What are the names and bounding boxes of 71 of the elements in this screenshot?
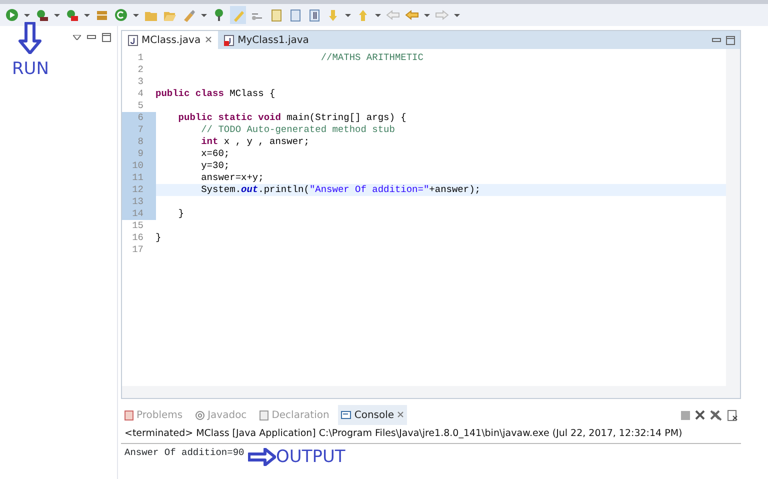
java-file-error-icon bbox=[224, 34, 234, 46]
paragraph-icon[interactable] bbox=[307, 8, 321, 22]
problems-icon bbox=[124, 410, 134, 420]
minimize-icon[interactable] bbox=[712, 38, 720, 42]
annotation-label: RUN bbox=[12, 61, 49, 78]
dropdown-caret-icon[interactable] bbox=[424, 14, 430, 16]
line-number: 6 bbox=[122, 112, 156, 124]
code-line: int x , y , answer; bbox=[200, 136, 310, 148]
code-line: } bbox=[177, 208, 186, 220]
code-line: answer=x+y; bbox=[200, 172, 265, 184]
dropdown-caret-icon[interactable] bbox=[133, 14, 139, 16]
minimize-icon[interactable] bbox=[87, 34, 96, 40]
line-number: 4 bbox=[136, 88, 144, 100]
dropdown-caret-icon[interactable] bbox=[345, 14, 351, 16]
block-icon[interactable] bbox=[288, 8, 302, 22]
down-arrow-icon bbox=[18, 22, 42, 54]
line-number: 5 bbox=[136, 100, 144, 112]
document-icon[interactable] bbox=[269, 8, 283, 22]
line-number: 14 bbox=[122, 208, 156, 220]
line-number: 15 bbox=[131, 220, 144, 232]
panel-tab[interactable]: Console bbox=[338, 405, 408, 425]
editor-tab[interactable]: MClass.java bbox=[122, 30, 218, 50]
remove-all-icon[interactable] bbox=[710, 410, 722, 420]
code-line: public class MClass { bbox=[156, 88, 276, 100]
java-file-icon bbox=[128, 34, 138, 46]
code-line: //MATHS ARITHMETIC bbox=[320, 52, 424, 64]
dropdown-caret-icon[interactable] bbox=[454, 14, 460, 16]
line-number: 1 bbox=[136, 52, 144, 64]
line-number: 17 bbox=[131, 244, 144, 256]
close-icon[interactable] bbox=[204, 36, 212, 44]
horizontal-scrollbar[interactable] bbox=[122, 386, 740, 398]
line-number: 11 bbox=[122, 172, 156, 184]
maximize-icon[interactable] bbox=[726, 36, 734, 44]
console-output-text: Answer Of addition=90 bbox=[124, 446, 246, 460]
code-line: x=60; bbox=[200, 148, 231, 160]
right-arrow-icon bbox=[248, 448, 276, 466]
dropdown-caret-icon[interactable] bbox=[201, 14, 207, 16]
line-number: 12 bbox=[122, 184, 156, 196]
view-menu-icon[interactable] bbox=[73, 34, 81, 40]
dropdown-caret-icon[interactable] bbox=[54, 14, 60, 16]
console-status-text: <terminated> MClass [Java Application] C:\Program Files\Java\jre1.8.0_141\bin\javaw.exe (Jul 22, 2017, 12:32:14 PM) bbox=[120, 425, 740, 444]
dropdown-caret-icon[interactable] bbox=[84, 14, 90, 16]
run-icon[interactable] bbox=[5, 8, 19, 22]
line-number: 10 bbox=[122, 160, 156, 172]
code-line: } bbox=[156, 232, 162, 244]
line-number: 7 bbox=[122, 124, 156, 136]
package-icon[interactable] bbox=[95, 8, 109, 22]
pin-icon[interactable] bbox=[212, 8, 226, 22]
line-number: 9 bbox=[122, 148, 156, 160]
vertical-scrollbar[interactable] bbox=[726, 49, 740, 386]
console-icon bbox=[341, 410, 352, 420]
dropdown-caret-icon[interactable] bbox=[375, 14, 381, 16]
code-line: y=30; bbox=[200, 160, 231, 172]
line-number: 8 bbox=[122, 136, 156, 148]
clear-console-icon[interactable] bbox=[727, 410, 738, 420]
code-line: // TODO Auto-generated method stub bbox=[200, 124, 396, 136]
new-class-icon[interactable] bbox=[114, 8, 128, 22]
declaration-icon bbox=[258, 410, 269, 420]
stop-icon[interactable] bbox=[681, 410, 690, 420]
javadoc-icon bbox=[194, 410, 205, 420]
maximize-icon[interactable] bbox=[102, 32, 111, 42]
close-icon[interactable] bbox=[397, 411, 404, 418]
annotation-label: OUTPUT bbox=[276, 448, 346, 466]
remove-icon[interactable] bbox=[695, 410, 705, 420]
line-number: 13 bbox=[122, 196, 156, 208]
dropdown-caret-icon[interactable] bbox=[24, 14, 30, 16]
line-number: 2 bbox=[136, 64, 144, 76]
left-arrow-icon[interactable] bbox=[405, 8, 419, 22]
code-line: public static void main(String[] args) { bbox=[177, 112, 408, 124]
line-number: 3 bbox=[136, 76, 144, 88]
line-number: 16 bbox=[131, 232, 144, 244]
